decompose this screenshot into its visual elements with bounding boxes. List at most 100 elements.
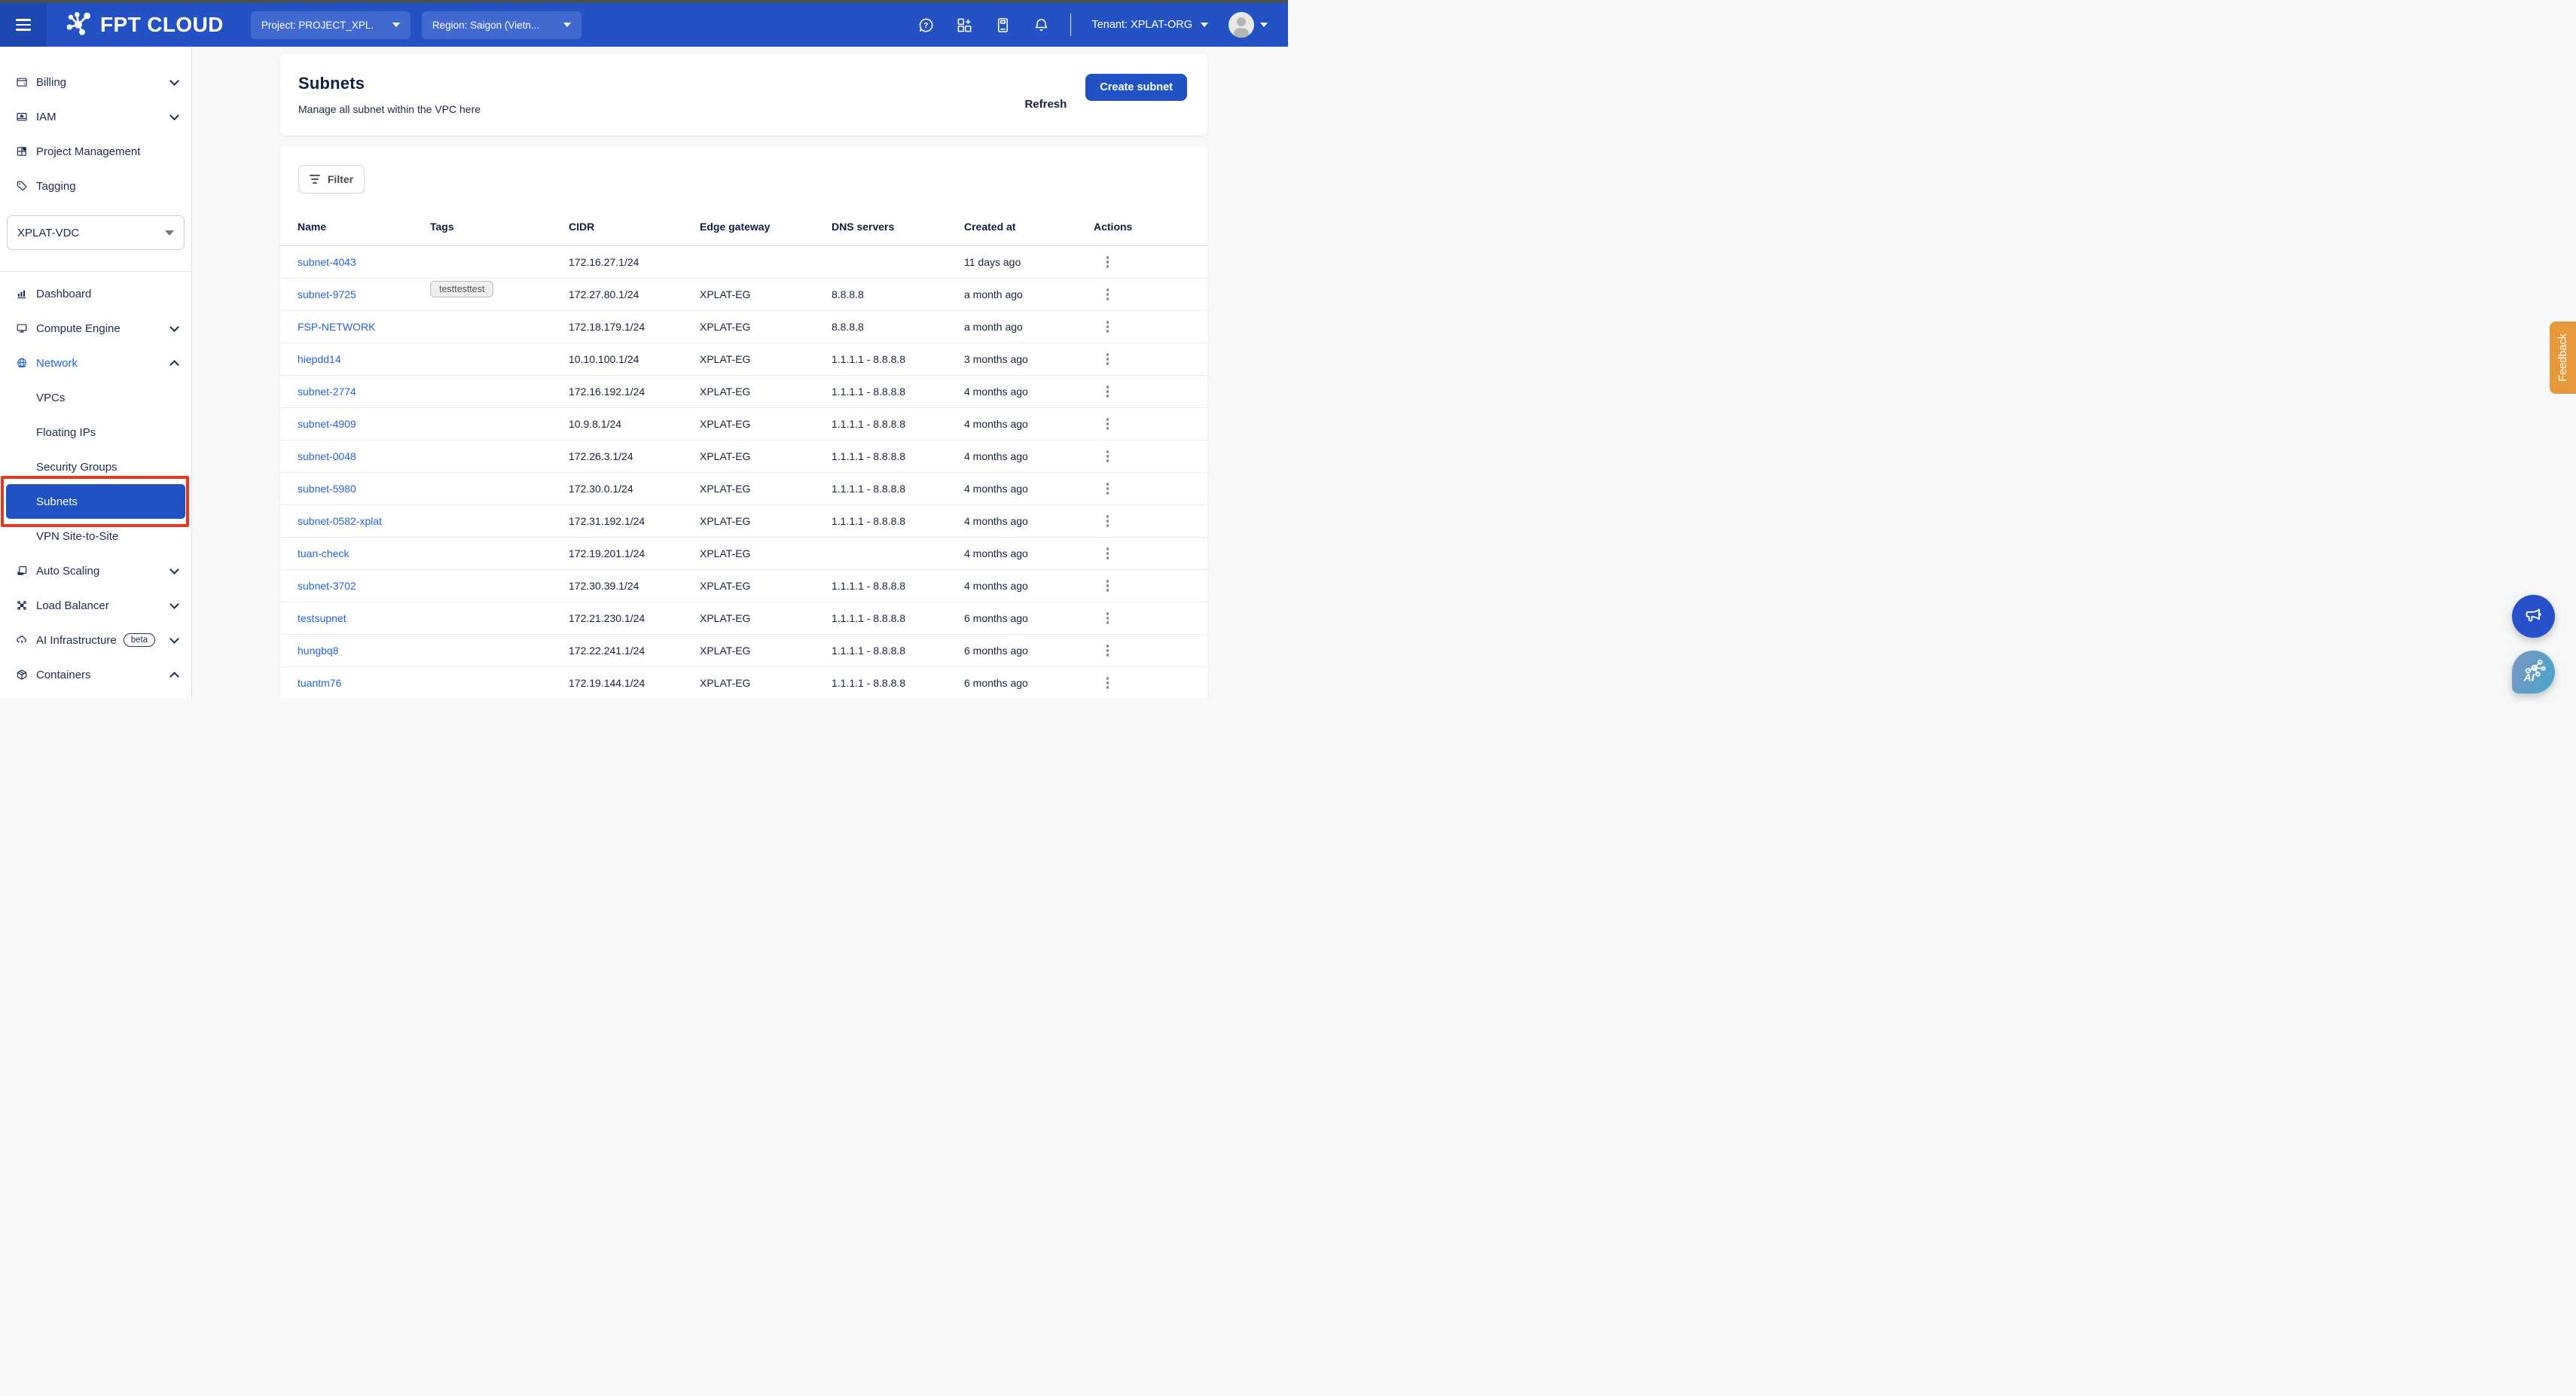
subnet-edge-gateway-cell: XPLAT-EG: [700, 612, 832, 624]
grid-icon: [16, 145, 28, 158]
region-dropdown[interactable]: Region: Saigon (Vietn...: [422, 11, 581, 39]
sidebar-item-security-groups[interactable]: Security Groups: [0, 450, 191, 484]
subnet-name-link[interactable]: subnet-9725: [298, 288, 356, 300]
cube-icon: [16, 668, 28, 681]
subnet-cidr-cell: 172.27.80.1/24: [569, 288, 700, 300]
subnet-name-link[interactable]: tuantm76: [298, 677, 341, 689]
sidebar-item-project-management[interactable]: Project Management: [0, 134, 191, 169]
row-actions-kebab-button[interactable]: [1103, 318, 1189, 335]
announcements-button[interactable]: [2512, 595, 2555, 638]
subnet-name-link[interactable]: subnet-4909: [298, 418, 356, 430]
table-header-row: Name Tags CIDR Edge gateway DNS servers …: [280, 221, 1207, 246]
subnet-name-link[interactable]: tuan-check: [298, 547, 349, 559]
project-dropdown[interactable]: Project: PROJECT_XPL...: [251, 11, 411, 39]
subnet-name-link[interactable]: subnet-0048: [298, 450, 356, 462]
help-chat-icon[interactable]: ?: [917, 16, 935, 34]
subnet-cidr-cell: 172.16.27.1/24: [569, 256, 700, 268]
subnet-created-at-cell: 4 months ago: [964, 418, 1094, 430]
table-row: tuantm76 172.19.144.1/24 XPLAT-EG 1.1.1.…: [280, 667, 1207, 698]
subnet-dns-cell: 1.1.1.1 - 8.8.8.8: [832, 483, 964, 495]
notifications-icon[interactable]: [1032, 16, 1050, 34]
vdc-selector[interactable]: XPLAT-VDC: [7, 215, 185, 250]
sidebar-item-containers[interactable]: Containers: [0, 657, 191, 692]
subnet-name-link[interactable]: hungbq8: [298, 645, 339, 657]
sidebar-item-dashboard[interactable]: Dashboard: [0, 276, 191, 311]
subnet-name-link[interactable]: hiepdd14: [298, 353, 341, 365]
id-card-icon: [16, 110, 28, 123]
subnet-name-link[interactable]: subnet-5980: [298, 483, 356, 495]
ai-nodes-icon: AI: [2520, 657, 2547, 687]
subnet-dns-cell: 1.1.1.1 - 8.8.8.8: [832, 353, 964, 365]
user-menu[interactable]: [1228, 12, 1268, 38]
sidebar-item-auto-scaling[interactable]: Auto Scaling: [0, 553, 191, 588]
tag-icon: [16, 179, 28, 193]
row-actions-kebab-button[interactable]: [1103, 253, 1189, 270]
create-subnet-button[interactable]: Create subnet: [1085, 74, 1187, 101]
subnet-name-link[interactable]: subnet-2774: [298, 386, 356, 398]
sidebar-item-vpn-site-to-site[interactable]: VPN Site-to-Site: [0, 519, 191, 553]
subnet-name-link[interactable]: subnet-4043: [298, 256, 356, 268]
subnet-edge-gateway-cell: XPLAT-EG: [700, 418, 832, 430]
sidebar-divider: [0, 271, 191, 272]
tag-chip: testtesttest: [430, 281, 493, 297]
apps-add-icon[interactable]: [955, 16, 973, 34]
sidebar-item-vpcs[interactable]: VPCs: [0, 380, 191, 415]
subnet-dns-cell: 1.1.1.1 - 8.8.8.8: [832, 515, 964, 527]
sidebar-item-load-balancer[interactable]: Load Balancer: [0, 588, 191, 623]
row-actions-kebab-button[interactable]: [1103, 674, 1189, 691]
feedback-tab[interactable]: Feedback: [2550, 322, 2576, 394]
row-actions-kebab-button[interactable]: [1103, 544, 1189, 562]
sidebar: Billing IAM Project Ma: [0, 47, 192, 698]
fpt-cloud-logo-icon: [63, 8, 93, 42]
subnet-edge-gateway-cell: XPLAT-EG: [700, 547, 832, 559]
tenant-dropdown[interactable]: Tenant: XPLAT-ORG: [1091, 19, 1208, 31]
table-row: hiepdd14 10.10.100.1/24 XPLAT-EG 1.1.1.1…: [280, 343, 1207, 376]
row-actions-kebab-button[interactable]: [1103, 447, 1189, 465]
table-row: hungbq8 172.22.241.1/24 XPLAT-EG 1.1.1.1…: [280, 635, 1207, 667]
fpt-cloud-logo[interactable]: FPT CLOUD: [63, 8, 224, 42]
table-row: subnet-0048 172.26.3.1/24 XPLAT-EG 1.1.1…: [280, 440, 1207, 473]
cloud-ai-icon: [16, 633, 28, 647]
row-actions-kebab-button[interactable]: [1103, 480, 1189, 497]
subnet-name-link[interactable]: FSP-NETWORK: [298, 321, 375, 333]
brand-name: FPT CLOUD: [100, 13, 224, 37]
subnet-name-link[interactable]: subnet-0582-xplat: [298, 515, 382, 527]
filter-button[interactable]: Filter: [298, 165, 365, 194]
subnet-edge-gateway-cell: XPLAT-EG: [700, 386, 832, 398]
chevron-up-icon: [169, 360, 179, 370]
row-actions-kebab-button[interactable]: [1103, 350, 1189, 367]
ai-assistant-button[interactable]: AI: [2512, 651, 2555, 693]
sidebar-item-compute-engine[interactable]: Compute Engine: [0, 311, 191, 346]
sidebar-item-subnets[interactable]: Subnets: [6, 484, 185, 519]
chevron-down-icon: [169, 322, 179, 332]
subnet-dns-cell: 1.1.1.1 - 8.8.8.8: [832, 612, 964, 624]
sidebar-item-network[interactable]: Network: [0, 346, 191, 380]
row-actions-kebab-button[interactable]: [1103, 415, 1189, 432]
subnet-name-link[interactable]: subnet-3702: [298, 580, 356, 592]
sidebar-item-iam[interactable]: IAM: [0, 99, 191, 134]
column-header-tags: Tags: [430, 221, 569, 233]
column-header-dns-servers: DNS servers: [832, 221, 964, 233]
docs-icon[interactable]: [993, 16, 1012, 34]
table-row: testsupnet 172.21.230.1/24 XPLAT-EG 1.1.…: [280, 602, 1207, 635]
sidebar-item-billing[interactable]: Billing: [0, 65, 191, 99]
row-actions-kebab-button[interactable]: [1103, 285, 1189, 303]
row-actions-kebab-button[interactable]: [1103, 642, 1189, 659]
subnet-table-body: subnet-4043 172.16.27.1/24 11 days ago s…: [280, 246, 1207, 698]
sidebar-item-floating-ips[interactable]: Floating IPs: [0, 415, 191, 450]
sidebar-item-ai-infrastructure[interactable]: AI Infrastructure beta: [0, 623, 191, 657]
row-actions-kebab-button[interactable]: [1103, 609, 1189, 626]
hamburger-menu-button[interactable]: [0, 3, 47, 47]
sidebar-item-tagging[interactable]: Tagging: [0, 169, 191, 203]
row-actions-kebab-button[interactable]: [1103, 577, 1189, 594]
row-actions-kebab-button[interactable]: [1103, 383, 1189, 400]
subnet-dns-cell: 1.1.1.1 - 8.8.8.8: [832, 418, 964, 430]
table-row: subnet-9725 testtesttest 172.27.80.1/24 …: [280, 279, 1207, 311]
table-row: tuan-check 172.19.201.1/24 XPLAT-EG 4 mo…: [280, 538, 1207, 570]
layers-icon: [16, 564, 28, 578]
subnet-table-card: Filter Name Tags CIDR Edge gateway DNS s…: [280, 146, 1207, 698]
refresh-button[interactable]: Refresh: [1024, 74, 1067, 136]
subnet-cidr-cell: 172.22.241.1/24: [569, 645, 700, 657]
subnet-name-link[interactable]: testsupnet: [298, 612, 346, 624]
row-actions-kebab-button[interactable]: [1103, 512, 1189, 529]
